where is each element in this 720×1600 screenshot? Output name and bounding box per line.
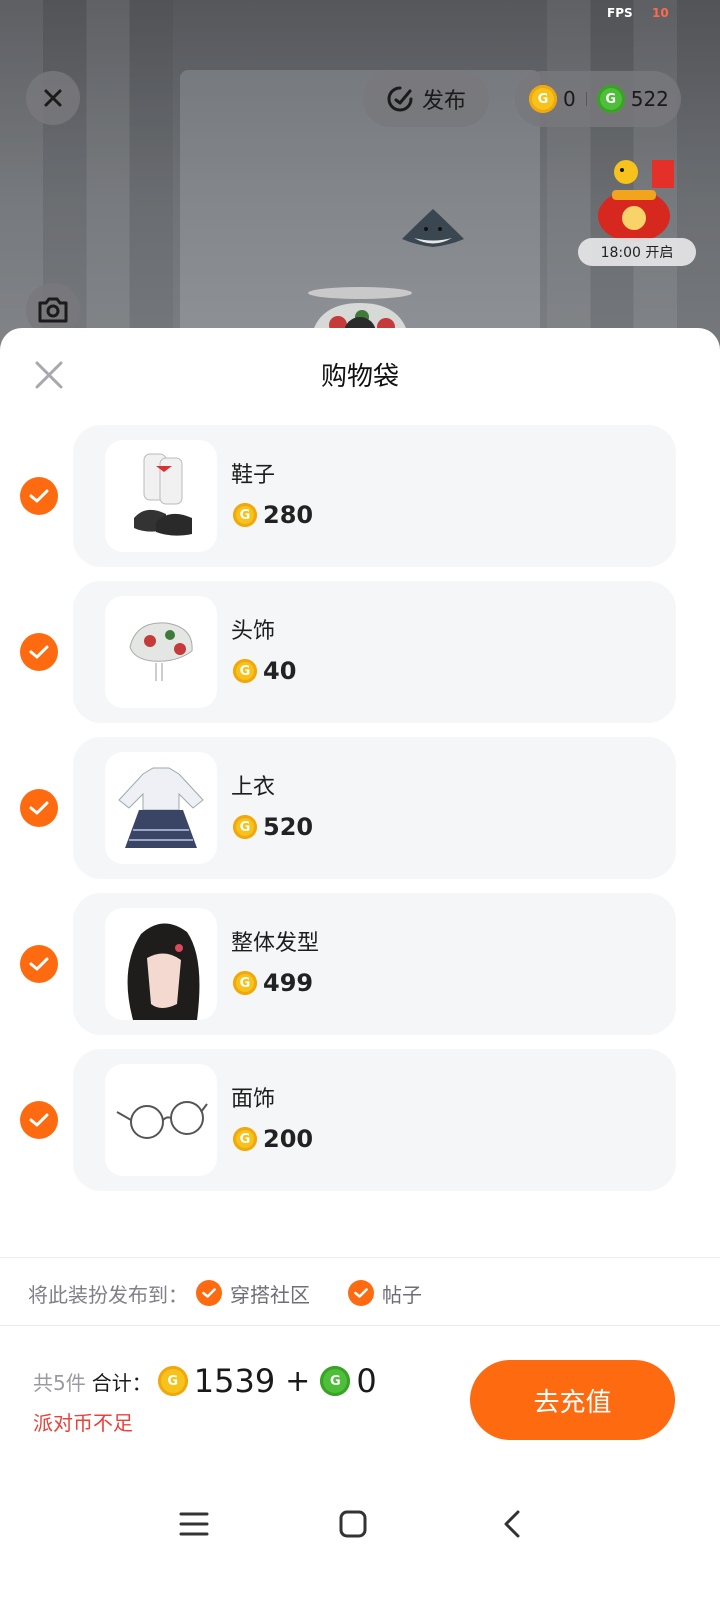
item-price: 280 bbox=[233, 501, 313, 529]
insufficient-warning: 派对币不足 bbox=[33, 1411, 133, 1435]
item-name: 整体发型 bbox=[231, 931, 320, 956]
gold-coin-icon bbox=[233, 1127, 257, 1151]
close-scene-button[interactable] bbox=[26, 71, 80, 125]
item-card[interactable]: 鞋子 280 bbox=[73, 425, 676, 567]
home-square-icon[interactable] bbox=[331, 1502, 375, 1546]
item-price-value: 40 bbox=[263, 657, 297, 685]
sheet-title: 购物袋 bbox=[320, 362, 399, 392]
item-price-value: 499 bbox=[263, 969, 314, 997]
green-coin-balance: 522 bbox=[630, 87, 669, 111]
publish-option-post[interactable]: 帖子 bbox=[348, 1279, 422, 1308]
check-icon bbox=[29, 1113, 49, 1127]
item-card[interactable]: 头饰 40 bbox=[73, 581, 676, 723]
item-checkbox[interactable] bbox=[20, 633, 58, 671]
publish-label: 发布 bbox=[421, 89, 466, 114]
check-icon bbox=[29, 957, 49, 971]
item-price-value: 200 bbox=[263, 1125, 314, 1153]
gold-coin-balance: 0 bbox=[563, 87, 576, 111]
green-coin-icon bbox=[596, 85, 625, 113]
item-card[interactable]: 上衣 520 bbox=[73, 737, 676, 879]
divider bbox=[585, 92, 587, 106]
item-checkbox[interactable] bbox=[20, 789, 58, 827]
gold-coin-icon bbox=[233, 971, 257, 995]
cart-item[interactable]: 头饰 40 bbox=[0, 581, 720, 723]
check-icon bbox=[348, 1280, 374, 1306]
item-name: 上衣 bbox=[231, 775, 276, 800]
hairstyle-image bbox=[105, 908, 217, 1020]
item-name: 鞋子 bbox=[231, 463, 276, 488]
fps-label: FPS bbox=[607, 6, 633, 20]
avatar-scene: FPS 10 发布 0 522 18:00 开启 bbox=[0, 0, 720, 360]
item-price: 499 bbox=[233, 969, 313, 997]
cart-item[interactable]: 上衣 520 bbox=[0, 737, 720, 879]
publish-option-label: 穿搭社区 bbox=[230, 1282, 310, 1307]
item-checkbox[interactable] bbox=[20, 477, 58, 515]
gold-coin-icon bbox=[529, 85, 557, 113]
gold-total: 1539 bbox=[193, 1362, 276, 1400]
gold-coin-icon bbox=[233, 659, 257, 683]
check-icon bbox=[29, 801, 49, 815]
dress-top-image bbox=[105, 752, 217, 864]
item-price: 520 bbox=[233, 813, 313, 841]
publish-option-community[interactable]: 穿搭社区 bbox=[196, 1279, 310, 1308]
total-summary: 共5件 合计： 1539 + 0 bbox=[33, 1362, 377, 1400]
item-name: 面饰 bbox=[231, 1087, 276, 1112]
gold-coin-icon bbox=[157, 1366, 188, 1396]
beret-hat-image bbox=[105, 596, 217, 708]
green-total: 0 bbox=[356, 1362, 377, 1400]
close-icon bbox=[44, 89, 62, 107]
item-card[interactable]: 整体发型 499 bbox=[73, 893, 676, 1035]
glasses-image bbox=[105, 1064, 217, 1176]
publish-button[interactable]: 发布 bbox=[363, 71, 489, 127]
item-price-value: 280 bbox=[263, 501, 314, 529]
item-price-value: 520 bbox=[263, 813, 314, 841]
cart-item[interactable]: 鞋子 280 bbox=[0, 425, 720, 567]
item-price: 40 bbox=[233, 657, 296, 685]
event-time-label: 18:00 开启 bbox=[578, 238, 696, 266]
divider bbox=[0, 1257, 720, 1258]
publish-option-label: 帖子 bbox=[382, 1282, 422, 1307]
check-icon bbox=[196, 1280, 222, 1306]
gold-coin-icon bbox=[233, 503, 257, 527]
plus-sign: + bbox=[285, 1363, 311, 1399]
back-icon[interactable] bbox=[490, 1502, 534, 1546]
green-coin-icon bbox=[320, 1366, 351, 1396]
item-checkbox[interactable] bbox=[20, 945, 58, 983]
system-nav-bar bbox=[0, 1480, 720, 1570]
cart-item[interactable]: 面饰 200 bbox=[0, 1049, 720, 1191]
menu-icon[interactable] bbox=[172, 1502, 216, 1546]
shoes-image bbox=[105, 440, 217, 552]
publish-to-label: 将此装扮发布到： bbox=[28, 1282, 188, 1307]
recharge-button[interactable]: 去充值 bbox=[470, 1360, 675, 1440]
item-card[interactable]: 面饰 200 bbox=[73, 1049, 676, 1191]
check-icon bbox=[29, 645, 49, 659]
camera-icon bbox=[38, 297, 68, 323]
publish-icon bbox=[387, 86, 413, 112]
item-checkbox[interactable] bbox=[20, 1101, 58, 1139]
divider bbox=[0, 1325, 720, 1326]
check-icon bbox=[29, 489, 49, 503]
item-price: 200 bbox=[233, 1125, 313, 1153]
fps-value: 10 bbox=[652, 6, 669, 20]
item-name: 头饰 bbox=[231, 619, 276, 644]
gold-coin-icon bbox=[233, 815, 257, 839]
total-label: 合计： bbox=[91, 1370, 152, 1395]
publish-options: 将此装扮发布到： 穿搭社区 帖子 bbox=[28, 1276, 460, 1310]
currency-balance[interactable]: 0 522 bbox=[515, 71, 681, 127]
cart-item[interactable]: 整体发型 499 bbox=[0, 893, 720, 1035]
item-count: 共5件 bbox=[33, 1370, 86, 1395]
shark-ornament-image bbox=[402, 209, 464, 247]
